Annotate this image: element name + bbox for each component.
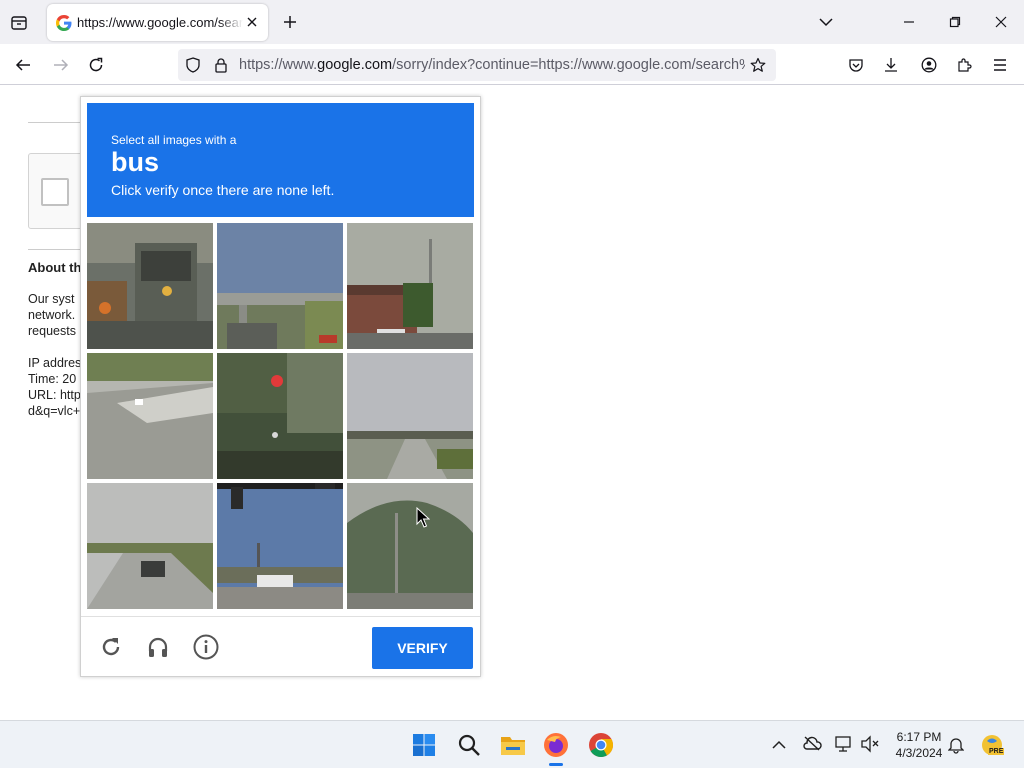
url-prefix: https://www. (239, 57, 318, 73)
image-tile-bus-traffic[interactable] (87, 223, 213, 349)
close-tab-icon[interactable] (243, 13, 261, 31)
url-bar[interactable]: https://www.google.com/sorry/index?conti… (178, 49, 776, 81)
tab-bar: https://www.google.com/search (0, 0, 1024, 44)
verify-button[interactable]: VERIFY (372, 627, 473, 669)
firefox-icon[interactable] (543, 732, 569, 758)
file-explorer-icon[interactable] (500, 733, 526, 757)
browser-tab[interactable]: https://www.google.com/search (47, 4, 268, 41)
recaptcha-checkbox-box (28, 153, 88, 229)
notification-bell-icon[interactable] (947, 736, 966, 754)
info-line: Time: 20 (28, 372, 77, 386)
url-rest: /sorry/index?continue=https://www.google… (392, 57, 745, 73)
url-domain: google.com (317, 57, 393, 73)
show-hidden-icons-chevron-icon[interactable] (772, 737, 788, 753)
image-tile-motel-lamppost[interactable] (347, 223, 473, 349)
clock-time: 6:17 PM (896, 730, 942, 744)
search-icon[interactable] (457, 733, 481, 757)
minimize-icon[interactable] (898, 12, 920, 32)
system-clock[interactable]: 6:17 PM 4/3/2024 (886, 729, 952, 761)
info-line: URL: http (28, 388, 81, 402)
image-tile-traffic-light[interactable] (217, 353, 343, 479)
image-tile-overpass[interactable] (217, 223, 343, 349)
challenge-target-word: bus (111, 147, 160, 177)
mouse-cursor-icon (416, 506, 431, 529)
image-tile-highway-bridge[interactable] (347, 353, 473, 479)
list-all-tabs-chevron-icon[interactable] (816, 12, 836, 32)
challenge-instruction: Click verify once there are none left. (111, 182, 335, 198)
clock-date: 4/3/2024 (895, 746, 943, 760)
new-tab-icon[interactable] (280, 12, 300, 32)
reload-icon[interactable] (85, 54, 107, 76)
chrome-icon[interactable] (588, 732, 614, 758)
pre-badge: PRE (988, 748, 1005, 755)
restore-icon[interactable] (944, 12, 966, 32)
google-favicon-icon (56, 15, 72, 31)
about-heading: About th (28, 260, 82, 275)
info-help-icon[interactable] (192, 633, 220, 661)
onedrive-offline-icon[interactable] (802, 735, 822, 753)
account-icon[interactable] (918, 54, 940, 76)
recaptcha-challenge: Select all images with a bus Click verif… (80, 96, 481, 677)
lock-icon[interactable] (212, 56, 230, 74)
divider (28, 122, 88, 123)
windows-taskbar: 6:17 PM 4/3/2024 PRE (0, 720, 1024, 768)
back-arrow-icon[interactable] (12, 54, 34, 76)
info-line: d&q=vlc+ (28, 404, 81, 418)
divider (28, 249, 88, 250)
reload-challenge-icon[interactable] (97, 633, 125, 661)
close-window-icon[interactable] (990, 12, 1012, 32)
copilot-preview-icon[interactable]: PRE (980, 733, 1006, 759)
recaptcha-checkbox[interactable] (41, 178, 69, 206)
image-tile-road-car[interactable] (87, 483, 213, 609)
paragraph-line: requests (28, 324, 76, 338)
paragraph-line: network. (28, 308, 76, 322)
bookmark-star-icon[interactable] (749, 56, 767, 74)
challenge-footer: VERIFY (81, 616, 480, 676)
info-line: IP addres (28, 356, 82, 370)
image-tile-highway-slope[interactable] (87, 353, 213, 479)
forward-arrow-icon[interactable] (50, 54, 72, 76)
windows-start-icon[interactable] (413, 734, 435, 756)
challenge-select-text: Select all images with a (111, 133, 237, 147)
downloads-icon[interactable] (880, 54, 902, 76)
paragraph-line: Our syst (28, 292, 75, 306)
tab-title: https://www.google.com/search (77, 15, 243, 30)
url-text[interactable]: https://www.google.com/sorry/index?conti… (239, 57, 745, 73)
volume-muted-icon[interactable] (860, 735, 880, 753)
image-tile-intersection-truck[interactable] (217, 483, 343, 609)
active-app-indicator (549, 763, 563, 766)
extensions-puzzle-icon[interactable] (953, 54, 975, 76)
navigation-toolbar: https://www.google.com/sorry/index?conti… (0, 44, 1024, 85)
image-tile-hill-pole[interactable] (347, 483, 473, 609)
pocket-icon[interactable] (845, 54, 867, 76)
tracking-protection-shield-icon[interactable] (184, 56, 202, 74)
menu-hamburger-icon[interactable] (989, 54, 1011, 76)
network-icon[interactable] (834, 735, 854, 753)
tab-list-icon[interactable] (8, 12, 30, 34)
audio-challenge-headphones-icon[interactable] (144, 633, 172, 661)
challenge-header: Select all images with a bus Click verif… (87, 103, 474, 217)
